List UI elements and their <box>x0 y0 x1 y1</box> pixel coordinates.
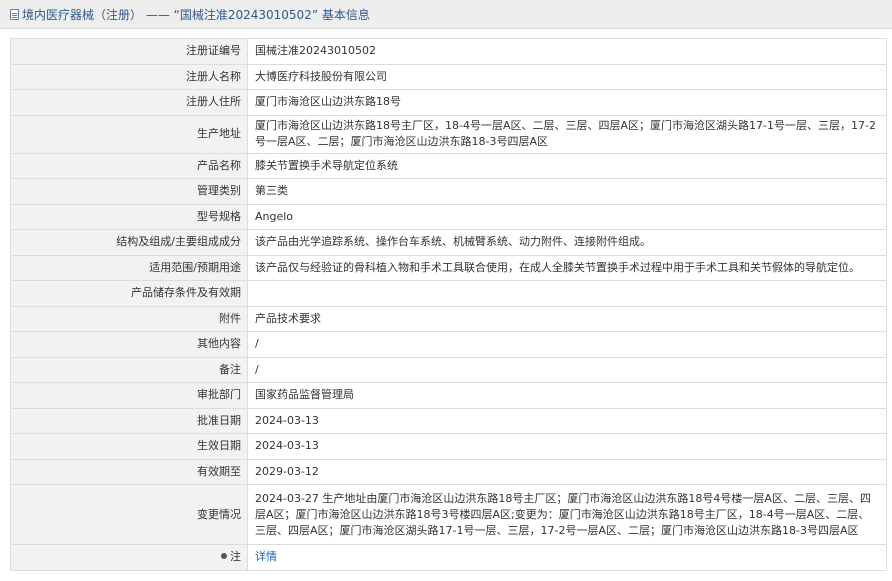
table-row: 变更情况 2024-03-27 生产地址由厦门市海沧区山边洪东路18号主厂区；厦… <box>10 484 887 545</box>
page-title: 境内医疗器械（注册） —— “国械注准20243010502” 基本信息 <box>22 7 370 22</box>
row-label: 结构及组成/主要组成成分 <box>10 229 248 256</box>
row-value: 国家药品监督管理局 <box>247 382 887 409</box>
row-value: 第三类 <box>247 178 887 205</box>
table-row: 有效期至 2029-03-12 <box>10 458 887 485</box>
row-value: 国械注准20243010502 <box>247 38 887 65</box>
row-value: 2024-03-27 生产地址由厦门市海沧区山边洪东路18号主厂区；厦门市海沧区… <box>247 484 887 545</box>
table-row: 批准日期 2024-03-13 <box>10 407 887 434</box>
row-label: 批准日期 <box>10 407 248 434</box>
row-label: 生产地址 <box>10 114 248 154</box>
document-icon <box>10 8 19 20</box>
row-value: 2024-03-13 <box>247 407 887 434</box>
row-value: 该产品由光学追踪系统、操作台车系统、机械臂系统、动力附件、连接附件组成。 <box>247 229 887 256</box>
table-row: 型号规格 Angelo <box>10 203 887 230</box>
row-label: 型号规格 <box>10 203 248 230</box>
table-row: 生产地址 厦门市海沧区山边洪东路18号主厂区，18-4号一层A区、二层、三层、四… <box>10 114 887 154</box>
note-row: 注 详情 <box>10 544 887 571</box>
row-label: 注册人名称 <box>10 63 248 90</box>
note-value-cell: 详情 <box>247 544 887 571</box>
row-value: 膝关节置换手术导航定位系统 <box>247 152 887 179</box>
table-row: 注册人名称 大博医疗科技股份有限公司 <box>10 63 887 90</box>
table-row: 审批部门 国家药品监督管理局 <box>10 382 887 409</box>
info-table: 注册证编号 国械注准20243010502 注册人名称 大博医疗科技股份有限公司… <box>10 38 887 571</box>
table-row: 注册人住所 厦门市海沧区山边洪东路18号 <box>10 89 887 116</box>
row-label: 管理类别 <box>10 178 248 205</box>
row-value: 产品技术要求 <box>247 305 887 332</box>
row-value: 厦门市海沧区山边洪东路18号主厂区，18-4号一层A区、二层、三层、四层A区；厦… <box>247 114 887 154</box>
table-row: 附件 产品技术要求 <box>10 305 887 332</box>
row-value: 2029-03-12 <box>247 458 887 485</box>
table-row: 备注 / <box>10 356 887 383</box>
row-label: 适用范围/预期用途 <box>10 254 248 281</box>
row-value: Angelo <box>247 203 887 230</box>
location-pin-icon <box>221 553 227 560</box>
row-value: / <box>247 356 887 383</box>
table-row: 产品储存条件及有效期 <box>10 280 887 307</box>
table-row: 管理类别 第三类 <box>10 178 887 205</box>
table-row: 适用范围/预期用途 该产品仅与经验证的骨科植入物和手术工具联合使用，在成人全膝关… <box>10 254 887 281</box>
page-header: 境内医疗器械（注册） —— “国械注准20243010502” 基本信息 <box>0 0 892 29</box>
row-label: 附件 <box>10 305 248 332</box>
row-value: 该产品仅与经验证的骨科植入物和手术工具联合使用，在成人全膝关节置换手术过程中用于… <box>247 254 887 281</box>
row-label: 备注 <box>10 356 248 383</box>
row-label: 审批部门 <box>10 382 248 409</box>
details-link[interactable]: 详情 <box>255 550 277 563</box>
table-row: 注册证编号 国械注准20243010502 <box>10 38 887 65</box>
row-label: 有效期至 <box>10 458 248 485</box>
row-label: 产品名称 <box>10 152 248 179</box>
note-label: 注 <box>230 550 241 564</box>
row-value: 厦门市海沧区山边洪东路18号 <box>247 89 887 116</box>
row-value: 2024-03-13 <box>247 433 887 460</box>
row-value: / <box>247 331 887 358</box>
table-row: 产品名称 膝关节置换手术导航定位系统 <box>10 152 887 179</box>
row-label: 生效日期 <box>10 433 248 460</box>
row-label: 产品储存条件及有效期 <box>10 280 248 307</box>
row-label: 注册人住所 <box>10 89 248 116</box>
row-label: 变更情况 <box>10 484 248 545</box>
row-label: 其他内容 <box>10 331 248 358</box>
row-value: 大博医疗科技股份有限公司 <box>247 63 887 90</box>
note-label-cell: 注 <box>10 544 248 571</box>
table-row: 结构及组成/主要组成成分 该产品由光学追踪系统、操作台车系统、机械臂系统、动力附… <box>10 229 887 256</box>
table-row: 生效日期 2024-03-13 <box>10 433 887 460</box>
table-row: 其他内容 / <box>10 331 887 358</box>
row-value <box>247 280 887 307</box>
row-label: 注册证编号 <box>10 38 248 65</box>
